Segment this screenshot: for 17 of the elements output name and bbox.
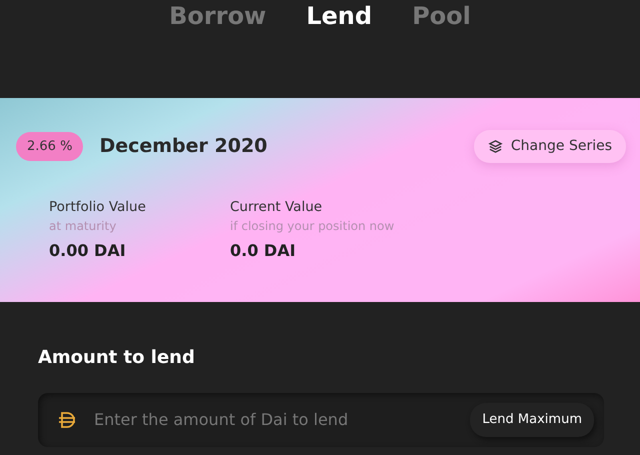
dai-icon [58, 411, 76, 429]
nav-tab[interactable]: Lend [286, 0, 392, 32]
section-heading: Amount to lend [38, 346, 196, 370]
nav-tab[interactable]: Pool [392, 0, 491, 32]
lend-maximum-button[interactable]: Lend Maximum [470, 403, 594, 437]
value-amount: 0.0 DAI [230, 240, 297, 262]
change-series-button[interactable]: Change Series [474, 130, 626, 163]
value-sublabel: if closing your position now [230, 218, 396, 236]
value-label: Portfolio Value [49, 198, 147, 217]
value-amount: 0.00 DAI [49, 240, 127, 262]
layers-icon [488, 139, 503, 154]
rate-badge: 2.66 % [16, 132, 84, 162]
amount-field[interactable]: Enter the amount of Dai to lend Lend Maximum [38, 393, 604, 447]
series-title: December 2020 [99, 134, 268, 160]
value-label: Current Value [230, 198, 324, 217]
value-sublabel: at maturity [49, 218, 118, 236]
nav-tab[interactable]: Borrow [149, 0, 286, 32]
